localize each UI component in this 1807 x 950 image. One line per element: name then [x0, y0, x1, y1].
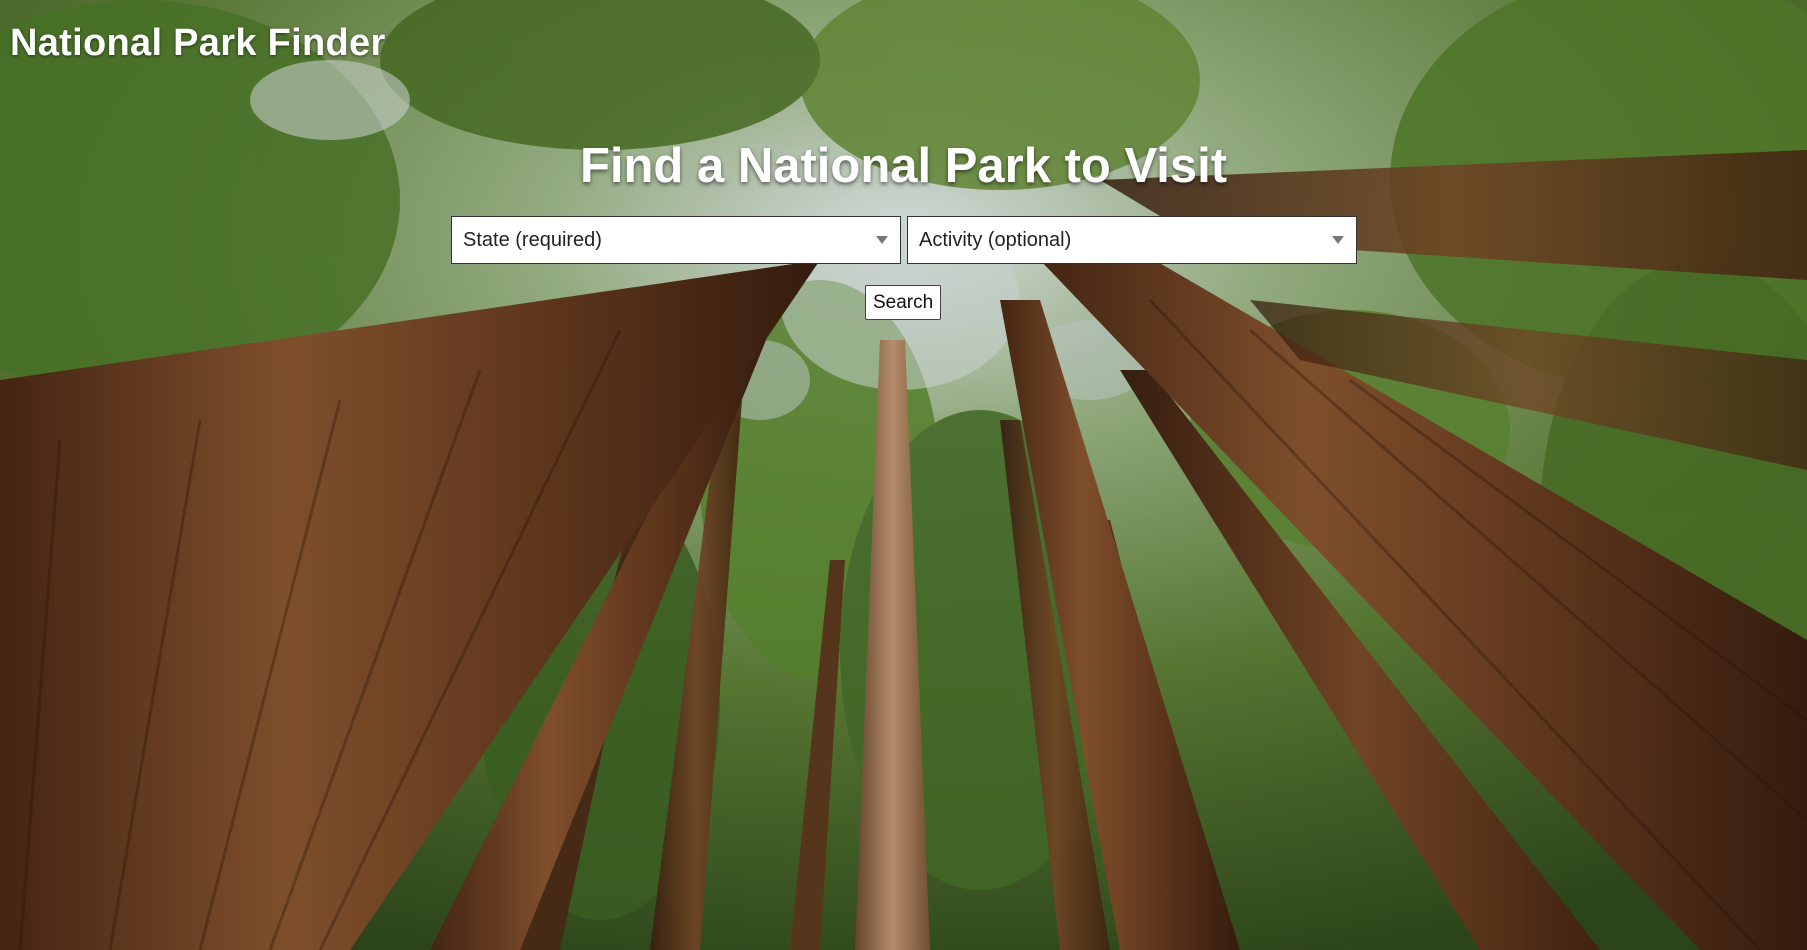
chevron-down-icon [1332, 236, 1344, 244]
page: National Park Finder Find a National Par… [0, 0, 1807, 950]
state-select-value: State (required) [463, 228, 602, 251]
activity-select-value: Activity (optional) [919, 228, 1072, 251]
hero-heading: Find a National Park to Visit [0, 138, 1807, 194]
chevron-down-icon [876, 236, 888, 244]
state-select[interactable]: State (required) [451, 216, 901, 264]
hero-heading-text: Find a National Park to Visit [579, 139, 1228, 193]
search-button[interactable]: Search [865, 285, 942, 320]
site-title: National Park Finder [10, 22, 386, 64]
activity-select[interactable]: Activity (optional) [907, 216, 1357, 264]
